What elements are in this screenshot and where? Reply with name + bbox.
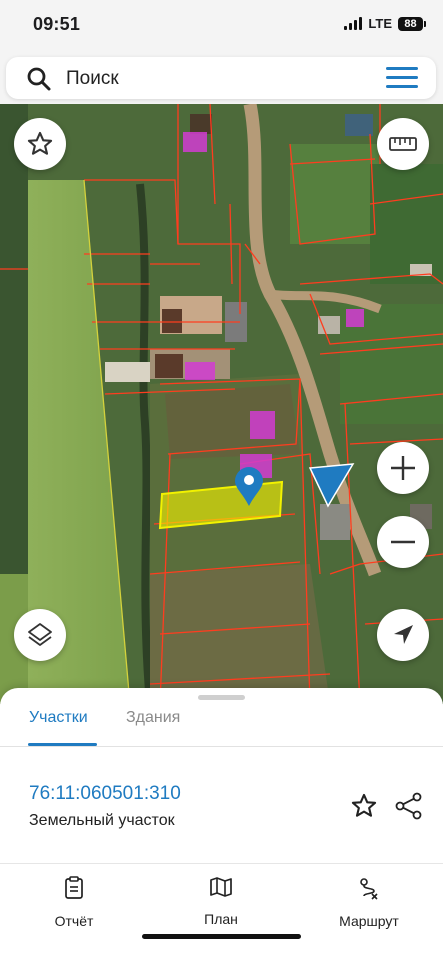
favorite-map-button[interactable]: [14, 118, 66, 170]
status-bar: 09:51 LTE 88: [0, 0, 443, 52]
nav-report-label: Отчёт: [54, 913, 94, 929]
layers-icon: [28, 623, 52, 646]
home-indicator: [142, 934, 301, 939]
active-tab-indicator: [28, 743, 97, 746]
map-icon: [210, 877, 232, 897]
signal-icon: [344, 17, 363, 30]
hamburger-menu-icon[interactable]: [386, 67, 418, 89]
sheet-tabs: Участки Здания: [0, 708, 443, 747]
share-button[interactable]: [395, 792, 423, 825]
parcel-bottom-sheet[interactable]: Участки Здания 76:11:060501:310 Земельны…: [0, 688, 443, 960]
status-time: 09:51: [33, 14, 81, 34]
tab-parcels[interactable]: Участки: [29, 708, 88, 746]
map-view[interactable]: [0, 104, 443, 704]
nav-route-label: Маршрут: [339, 913, 399, 929]
nav-report[interactable]: Отчёт: [14, 876, 134, 929]
network-type: LTE: [368, 16, 392, 31]
report-icon: [65, 876, 83, 899]
zoom-out-button[interactable]: [377, 516, 429, 568]
search-icon: [26, 66, 52, 97]
satellite-map[interactable]: [0, 104, 443, 704]
share-icon: [395, 792, 422, 820]
layers-button[interactable]: [14, 609, 66, 661]
nav-route[interactable]: Маршрут: [309, 876, 429, 929]
nav-plan[interactable]: План: [161, 876, 281, 927]
battery-icon: 88: [398, 16, 426, 31]
tab-buildings[interactable]: Здания: [126, 708, 180, 746]
parcel-type: Земельный участок: [29, 812, 175, 829]
route-icon: [360, 878, 378, 900]
minus-icon: [391, 540, 415, 544]
location-arrow-icon: [394, 625, 413, 644]
sheet-divider: [0, 863, 443, 864]
zoom-in-button[interactable]: [377, 442, 429, 494]
sheet-drag-handle[interactable]: [198, 695, 245, 700]
nav-plan-label: План: [204, 911, 238, 927]
favorite-parcel-button[interactable]: [350, 792, 378, 825]
cadastral-number[interactable]: 76:11:060501:310: [29, 783, 181, 805]
plus-icon: [391, 456, 415, 480]
locate-button[interactable]: [377, 609, 429, 661]
star-icon: [27, 131, 53, 155]
ruler-icon: [389, 137, 417, 151]
ruler-button[interactable]: [377, 118, 429, 170]
search-input[interactable]: Поиск: [66, 68, 119, 90]
star-outline-icon: [351, 793, 377, 817]
status-indicators: LTE 88: [344, 16, 426, 31]
search-bar[interactable]: Поиск: [6, 57, 436, 99]
